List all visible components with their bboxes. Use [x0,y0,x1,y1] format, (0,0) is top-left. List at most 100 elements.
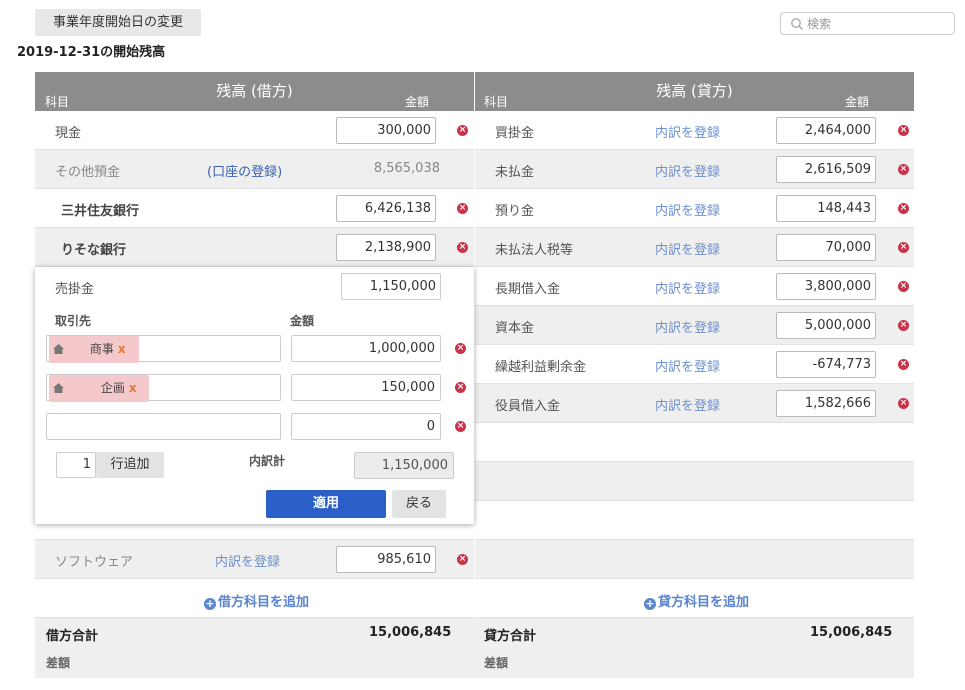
credit-col-amount: 金額 [845,95,870,109]
delete-icon[interactable]: × [457,242,468,253]
account-name: 未払金 [495,165,535,180]
line-amount-input[interactable]: 150,000 [291,374,441,401]
amount-input[interactable]: 2,616,509 [776,156,876,183]
account-name: りそな銀行 [61,243,127,258]
credit-col-account: 科目 [484,95,509,109]
delete-icon[interactable]: × [457,203,468,214]
delete-icon[interactable]: × [457,125,468,136]
register-breakdown-link[interactable]: 内訳を登録 [655,395,720,414]
amount-input[interactable]: 2,464,000 [776,117,876,144]
amount-input[interactable]: 300,000 [336,117,436,144]
register-breakdown-link[interactable]: 内訳を登録 [655,239,720,258]
empty-row [475,423,914,462]
amount-input[interactable]: -674,773 [776,351,876,378]
register-breakdown-link[interactable]: 内訳を登録 [655,356,720,375]
table-row: 役員借入金 内訳を登録 1,582,666 × [475,384,914,423]
register-account-link[interactable]: (口座の登録) [207,161,282,180]
remove-partner-icon[interactable]: x [129,381,137,395]
search-icon [791,18,803,30]
amount-input[interactable]: 70,000 [776,234,876,261]
account-name: 役員借入金 [495,399,561,414]
page-title: 2019-12-31の開始残高 [17,45,166,60]
col-partner-label: 取引先 [55,314,92,328]
amount-input[interactable]: 985,610 [336,546,436,573]
breakdown-popup: 売掛金 1,150,000 取引先 金額 商事 x 1,000,000 × 企画 x… [35,267,474,524]
change-fiscal-start-button[interactable]: 事業年度開始日の変更 [35,9,201,36]
partner-tag: 企画 x [49,375,149,402]
add-credit-account-link[interactable]: + 貸方科目を追加 [644,591,749,610]
line-amount-input[interactable]: 0 [291,413,441,440]
delete-icon[interactable]: × [898,242,909,253]
amount-input[interactable]: 3,800,000 [776,273,876,300]
debit-col-account: 科目 [45,95,70,109]
apply-button[interactable]: 適用 [266,490,386,518]
delete-icon[interactable]: × [898,320,909,331]
amount-input[interactable]: 5,000,000 [776,312,876,339]
table-row: 未払法人税等 内訳を登録 70,000 × [475,228,914,267]
delete-icon[interactable]: × [898,398,909,409]
empty-row [475,540,914,579]
account-name: ソフトウェア [55,555,134,570]
subtotal-label: 内訳計 [249,454,286,468]
register-breakdown-link[interactable]: 内訳を登録 [655,161,720,180]
popup-amount-input[interactable]: 1,150,000 [341,273,441,300]
line-amount-input[interactable]: 1,000,000 [291,335,441,362]
row-count-input[interactable]: 1 [56,452,96,478]
add-row-button[interactable]: 行追加 [96,452,164,478]
account-name: 資本金 [495,321,535,336]
delete-icon[interactable]: × [898,203,909,214]
credit-total-label: 貸方合計 [484,629,537,644]
subtotal-value: 1,150,000 [354,452,454,479]
partner-field[interactable]: 商事 x [46,335,281,363]
account-name: その他預金 [55,165,121,180]
debit-col-amount: 金額 [405,95,430,109]
col-amount-label: 金額 [290,314,315,328]
credit-total-value: 15,006,845 [810,625,893,640]
debit-diff-label: 差額 [46,656,71,670]
table-row: 現金 300,000 × [35,111,474,150]
remove-partner-icon[interactable]: x [118,342,126,356]
amount-input[interactable]: 6,426,138 [336,195,436,222]
search-box[interactable] [780,12,955,35]
register-breakdown-link[interactable]: 内訳を登録 [215,551,280,570]
register-breakdown-link[interactable]: 内訳を登録 [655,122,720,141]
account-name: 長期借入金 [495,282,561,297]
register-breakdown-link[interactable]: 内訳を登録 [655,317,720,336]
debit-total-label: 借方合計 [46,629,99,644]
delete-icon[interactable]: × [457,554,468,565]
delete-icon[interactable]: × [898,359,909,370]
delete-icon[interactable]: × [898,125,909,136]
empty-row [475,462,914,501]
difference-row: 差額 差額 [35,648,914,678]
partner-field[interactable]: 企画 x [46,374,281,402]
delete-icon[interactable]: × [898,281,909,292]
table-row: その他預金 (口座の登録) 8,565,038 [35,150,474,189]
totals-row: 借方合計 15,006,845 貸方合計 15,006,845 [35,618,914,648]
search-input[interactable] [807,15,947,32]
debit-header: 残高 (借方) 科目 金額 [35,72,474,111]
delete-icon[interactable]: × [455,421,466,432]
popup-account-name: 売掛金 [55,282,95,297]
table-row: 長期借入金 内訳を登録 3,800,000 × [475,267,914,306]
credit-diff-label: 差額 [484,656,509,670]
table-row: 買掛金 内訳を登録 2,464,000 × [475,111,914,150]
amount-input[interactable]: 2,138,900 [336,234,436,261]
debit-total-value: 15,006,845 [369,625,452,640]
add-debit-account-link[interactable]: + 借方科目を追加 [204,591,309,610]
amount-input[interactable]: 148,443 [776,195,876,222]
delete-icon[interactable]: × [898,164,909,175]
delete-icon[interactable]: × [455,343,466,354]
empty-row [475,501,914,540]
table-row: 預り金 内訳を登録 148,443 × [475,189,914,228]
partner-tag: 商事 x [49,336,139,363]
partner-field[interactable] [46,413,281,440]
register-breakdown-link[interactable]: 内訳を登録 [655,278,720,297]
plus-circle-icon: + [644,597,656,610]
table-row: 三井住友銀行 6,426,138 × [35,189,474,228]
plus-circle-icon: + [204,597,216,610]
house-icon [53,344,64,354]
back-button[interactable]: 戻る [392,490,446,518]
delete-icon[interactable]: × [455,382,466,393]
amount-input[interactable]: 1,582,666 [776,390,876,417]
register-breakdown-link[interactable]: 内訳を登録 [655,200,720,219]
